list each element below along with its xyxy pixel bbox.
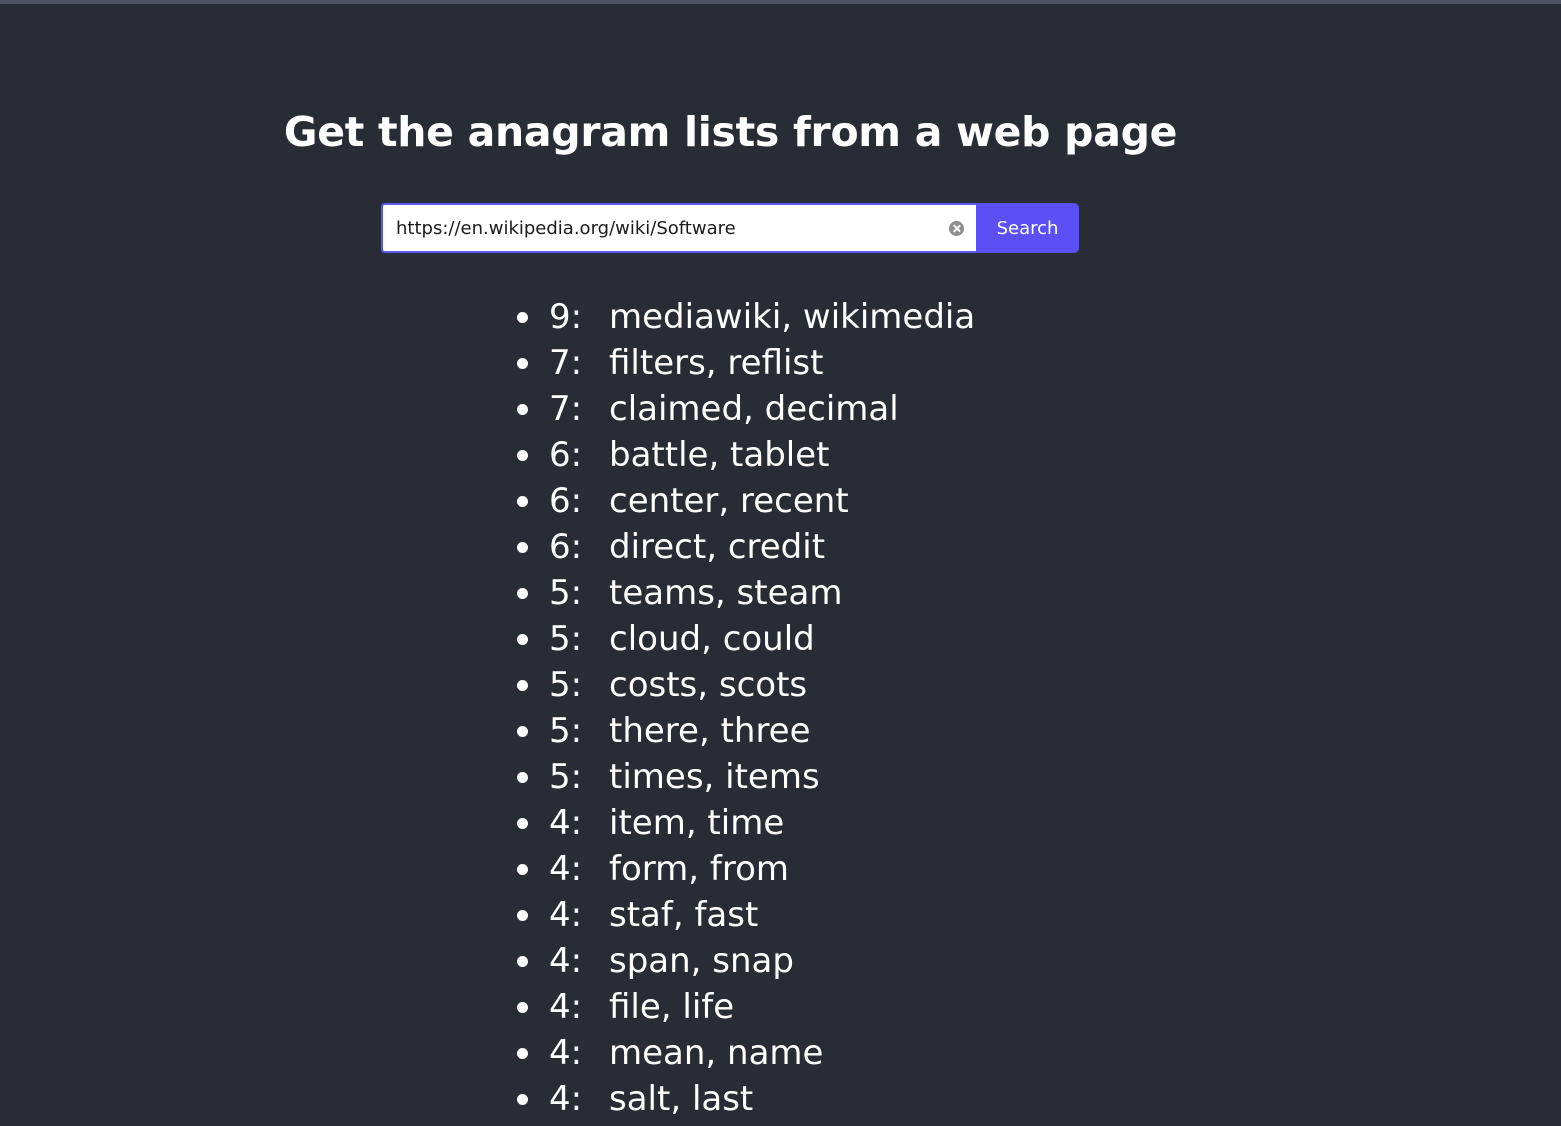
- bullet-icon: [517, 634, 528, 645]
- page-title: Get the anagram lists from a web page: [283, 108, 1178, 156]
- anagram-length: 9:: [549, 297, 583, 337]
- anagram-length: 4:: [549, 895, 583, 935]
- anagram-words: center, recent: [609, 481, 849, 521]
- bullet-icon: [517, 358, 528, 369]
- anagram-length: 4:: [549, 1079, 583, 1119]
- anagram-length: 5:: [549, 573, 583, 613]
- anagram-length: 6:: [549, 527, 583, 567]
- anagram-length: 5:: [549, 619, 583, 659]
- anagram-list-item: 5: teams, steam: [510, 570, 975, 616]
- anagram-words: there, three: [609, 711, 811, 751]
- bullet-icon: [517, 680, 528, 691]
- anagram-words: span, snap: [609, 941, 794, 981]
- anagram-list-item: 5: cloud, could: [510, 616, 975, 662]
- anagram-list-item: 4: staf, fast: [510, 892, 975, 938]
- bullet-icon: [517, 1002, 528, 1013]
- bullet-icon: [517, 588, 528, 599]
- anagram-words: mean, name: [609, 1033, 824, 1073]
- anagram-list-item: 6: direct, credit: [510, 524, 975, 570]
- clear-icon[interactable]: [949, 221, 964, 236]
- bullet-icon: [517, 818, 528, 829]
- anagram-length: 6:: [549, 481, 583, 521]
- bullet-icon: [517, 404, 528, 415]
- bullet-icon: [517, 726, 528, 737]
- bullet-icon: [517, 864, 528, 875]
- anagram-words: filters, reflist: [609, 343, 824, 383]
- search-box: [381, 203, 976, 253]
- anagram-list-item: 6: center, recent: [510, 478, 975, 524]
- anagram-list-item: 4: item, time: [510, 800, 975, 846]
- anagram-list-item: 9: mediawiki, wikimedia: [510, 294, 975, 340]
- anagram-length: 4:: [549, 987, 583, 1027]
- anagram-words: item, time: [609, 803, 785, 843]
- bullet-icon: [517, 772, 528, 783]
- window-top-border: [0, 0, 1561, 4]
- bullet-icon: [517, 542, 528, 553]
- anagram-words: cloud, could: [609, 619, 815, 659]
- bullet-icon: [517, 1094, 528, 1105]
- anagram-list-item: 4: salt, last: [510, 1076, 975, 1122]
- anagram-length: 7:: [549, 389, 583, 429]
- anagram-length: 4:: [549, 941, 583, 981]
- anagram-list-item: 5: there, three: [510, 708, 975, 754]
- bullet-icon: [517, 496, 528, 507]
- anagram-list-item: 4: mean, name: [510, 1030, 975, 1076]
- anagram-length: 6:: [549, 435, 583, 475]
- anagram-words: mediawiki, wikimedia: [609, 297, 976, 337]
- anagram-list-item: 5: costs, scots: [510, 662, 975, 708]
- anagram-length: 5:: [549, 711, 583, 751]
- anagram-list-item: 7: filters, reflist: [510, 340, 975, 386]
- anagram-length: 5:: [549, 665, 583, 705]
- anagram-words: claimed, decimal: [609, 389, 899, 429]
- anagram-length: 7:: [549, 343, 583, 383]
- anagram-words: teams, steam: [609, 573, 843, 613]
- url-input[interactable]: [383, 205, 931, 251]
- search-form: Search: [381, 203, 1079, 253]
- anagram-words: direct, credit: [609, 527, 826, 567]
- bullet-icon: [517, 910, 528, 921]
- anagram-list-item: 4: form, from: [510, 846, 975, 892]
- anagram-length: 4:: [549, 1033, 583, 1073]
- anagram-results-list: 9: mediawiki, wikimedia 7: filters, reflist…: [510, 294, 975, 1122]
- anagram-length: 5:: [549, 757, 583, 797]
- anagram-words: costs, scots: [609, 665, 808, 705]
- anagram-words: battle, tablet: [609, 435, 830, 475]
- bullet-icon: [517, 450, 528, 461]
- search-button[interactable]: Search: [976, 203, 1079, 253]
- anagram-list-item: 5: times, items: [510, 754, 975, 800]
- anagram-words: salt, last: [609, 1079, 754, 1119]
- anagram-words: times, items: [609, 757, 820, 797]
- anagram-words: form, from: [609, 849, 790, 889]
- bullet-icon: [517, 312, 528, 323]
- anagram-length: 4:: [549, 803, 583, 843]
- anagram-words: file, life: [609, 987, 735, 1027]
- anagram-words: staf, fast: [609, 895, 759, 935]
- anagram-length: 4:: [549, 849, 583, 889]
- bullet-icon: [517, 1048, 528, 1059]
- anagram-list-item: 7: claimed, decimal: [510, 386, 975, 432]
- anagram-list-item: 4: file, life: [510, 984, 975, 1030]
- bullet-icon: [517, 956, 528, 967]
- anagram-list-item: 4: span, snap: [510, 938, 975, 984]
- anagram-list-item: 6: battle, tablet: [510, 432, 975, 478]
